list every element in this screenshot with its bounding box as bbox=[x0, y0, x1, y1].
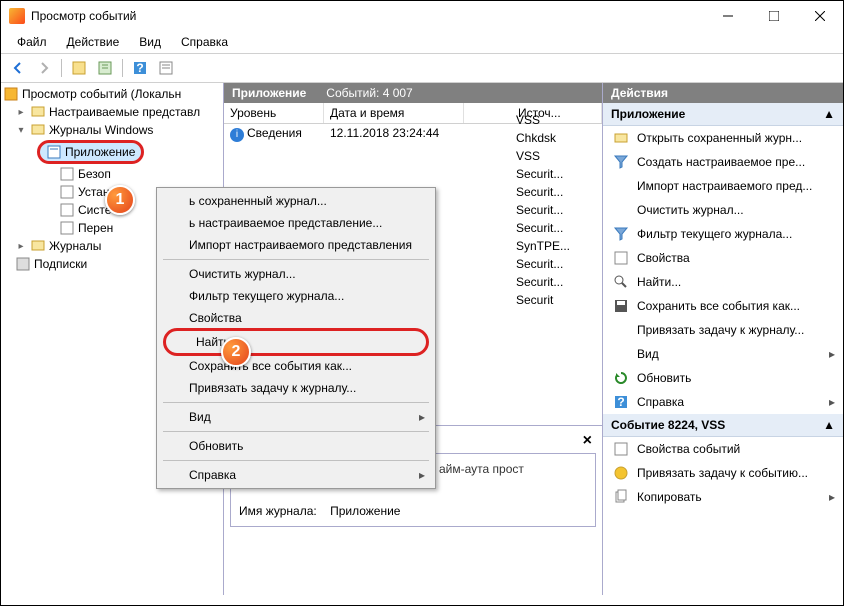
menu-action[interactable]: Действие bbox=[59, 33, 128, 51]
src-cell: Chkdsk bbox=[516, 129, 596, 147]
ctx-create-view[interactable]: ь настраиваемое представление... bbox=[159, 212, 433, 234]
ctx-open-saved[interactable]: ь сохраненный журнал... bbox=[159, 190, 433, 212]
callout-2: 2 bbox=[221, 337, 251, 367]
action-copy[interactable]: Копировать▸ bbox=[603, 485, 843, 509]
source-column-values: VSS Chkdsk VSS Securit... Securit... Sec… bbox=[516, 111, 596, 309]
src-cell: Securit... bbox=[516, 165, 596, 183]
ctx-view[interactable]: Вид bbox=[159, 406, 433, 428]
callout-1: 1 bbox=[105, 185, 135, 215]
action-import-view[interactable]: Импорт настраиваемого пред... bbox=[603, 174, 843, 198]
src-cell: Securit bbox=[516, 291, 596, 309]
details-text: айм-аута прост bbox=[439, 462, 587, 476]
src-cell: Securit... bbox=[516, 273, 596, 291]
tree-custom-views[interactable]: Настраиваемые представл bbox=[49, 105, 200, 119]
action-find[interactable]: Найти... bbox=[603, 270, 843, 294]
ctx-filter[interactable]: Фильтр текущего журнала... bbox=[159, 285, 433, 307]
src-cell: Securit... bbox=[516, 255, 596, 273]
close-details-icon[interactable]: × bbox=[583, 432, 592, 450]
src-cell: Securit... bbox=[516, 201, 596, 219]
properties-icon[interactable] bbox=[155, 57, 177, 79]
src-cell: VSS bbox=[516, 147, 596, 165]
svg-text:?: ? bbox=[136, 61, 143, 75]
action-help[interactable]: ?Справка▸ bbox=[603, 390, 843, 414]
ctx-props[interactable]: Свойства bbox=[159, 307, 433, 329]
close-button[interactable] bbox=[797, 1, 843, 31]
logname-value: Приложение bbox=[330, 504, 400, 518]
help-icon[interactable]: ? bbox=[129, 57, 151, 79]
actions-section-event[interactable]: Событие 8224, VSS▲ bbox=[603, 414, 843, 437]
show-hide-tree-icon[interactable] bbox=[94, 57, 116, 79]
action-event-props[interactable]: Свойства событий bbox=[603, 437, 843, 461]
actions-header: Действия bbox=[603, 83, 843, 103]
action-view[interactable]: Вид▸ bbox=[603, 342, 843, 366]
action-clear[interactable]: Очистить журнал... bbox=[603, 198, 843, 222]
action-refresh[interactable]: Обновить bbox=[603, 366, 843, 390]
action-event-attach[interactable]: Привязать задачу к событию... bbox=[603, 461, 843, 485]
action-props[interactable]: Свойства bbox=[603, 246, 843, 270]
tree-application-selected[interactable]: Приложение bbox=[37, 140, 144, 164]
action-save-as[interactable]: Сохранить все события как... bbox=[603, 294, 843, 318]
minimize-button[interactable] bbox=[705, 1, 751, 31]
action-filter[interactable]: Фильтр текущего журнала... bbox=[603, 222, 843, 246]
src-cell: Securit... bbox=[516, 219, 596, 237]
ctx-save-as[interactable]: Сохранить все события как... bbox=[159, 355, 433, 377]
action-create-view[interactable]: Создать настраиваемое пре... bbox=[603, 150, 843, 174]
info-icon: i bbox=[230, 128, 244, 142]
ctx-attach[interactable]: Привязать задачу к журналу... bbox=[159, 377, 433, 399]
ctx-import-view[interactable]: Импорт настраиваемого представления bbox=[159, 234, 433, 256]
collapse-icon[interactable]: ▲ bbox=[823, 418, 835, 432]
maximize-button[interactable] bbox=[751, 1, 797, 31]
action-panel-icon[interactable] bbox=[68, 57, 90, 79]
tree-windows-logs[interactable]: Журналы Windows bbox=[49, 123, 153, 137]
src-cell: SynTPE... bbox=[516, 237, 596, 255]
toolbar: ? bbox=[1, 54, 843, 83]
menubar: Файл Действие Вид Справка bbox=[1, 31, 843, 54]
back-button[interactable] bbox=[7, 57, 29, 79]
tree-root[interactable]: Просмотр событий (Локальн bbox=[22, 87, 181, 101]
tree-security[interactable]: Безоп bbox=[78, 167, 111, 181]
ctx-find[interactable]: Найти... bbox=[163, 328, 429, 356]
center-count: Событий: 4 007 bbox=[326, 86, 412, 100]
col-level[interactable]: Уровень bbox=[224, 103, 324, 123]
menu-view[interactable]: Вид bbox=[131, 33, 169, 51]
col-datetime[interactable]: Дата и время bbox=[324, 103, 464, 123]
row-datetime: 12.11.2018 23:24:44 bbox=[324, 124, 464, 144]
svg-text:?: ? bbox=[617, 395, 624, 409]
src-cell: Securit... bbox=[516, 183, 596, 201]
window-title: Просмотр событий bbox=[31, 9, 136, 23]
ctx-clear[interactable]: Очистить журнал... bbox=[159, 263, 433, 285]
forward-button[interactable] bbox=[33, 57, 55, 79]
row-level: Сведения bbox=[247, 126, 302, 140]
app-icon bbox=[9, 8, 25, 24]
center-header: Приложение Событий: 4 007 bbox=[224, 83, 602, 103]
action-attach[interactable]: Привязать задачу к журналу... bbox=[603, 318, 843, 342]
collapse-icon[interactable]: ▲ bbox=[823, 107, 835, 121]
action-open-saved[interactable]: Открыть сохраненный журн... bbox=[603, 126, 843, 150]
menu-help[interactable]: Справка bbox=[173, 33, 236, 51]
context-menu: ь сохраненный журнал... ь настраиваемое … bbox=[156, 187, 436, 489]
actions-section-app[interactable]: Приложение▲ bbox=[603, 103, 843, 126]
tree-app-services-logs[interactable]: Журналы bbox=[49, 239, 101, 253]
titlebar: Просмотр событий bbox=[1, 1, 843, 31]
ctx-help[interactable]: Справка bbox=[159, 464, 433, 486]
tree-subscriptions[interactable]: Подписки bbox=[34, 257, 87, 271]
center-title: Приложение bbox=[232, 86, 306, 100]
menu-file[interactable]: Файл bbox=[9, 33, 55, 51]
ctx-refresh[interactable]: Обновить bbox=[159, 435, 433, 457]
tree-forwarded[interactable]: Перен bbox=[78, 221, 113, 235]
src-cell: VSS bbox=[516, 111, 596, 129]
actions-panel: Действия Приложение▲ Открыть сохраненный… bbox=[603, 83, 843, 595]
logname-label: Имя журнала: bbox=[239, 504, 317, 518]
tree-application-label: Приложение bbox=[65, 145, 135, 159]
